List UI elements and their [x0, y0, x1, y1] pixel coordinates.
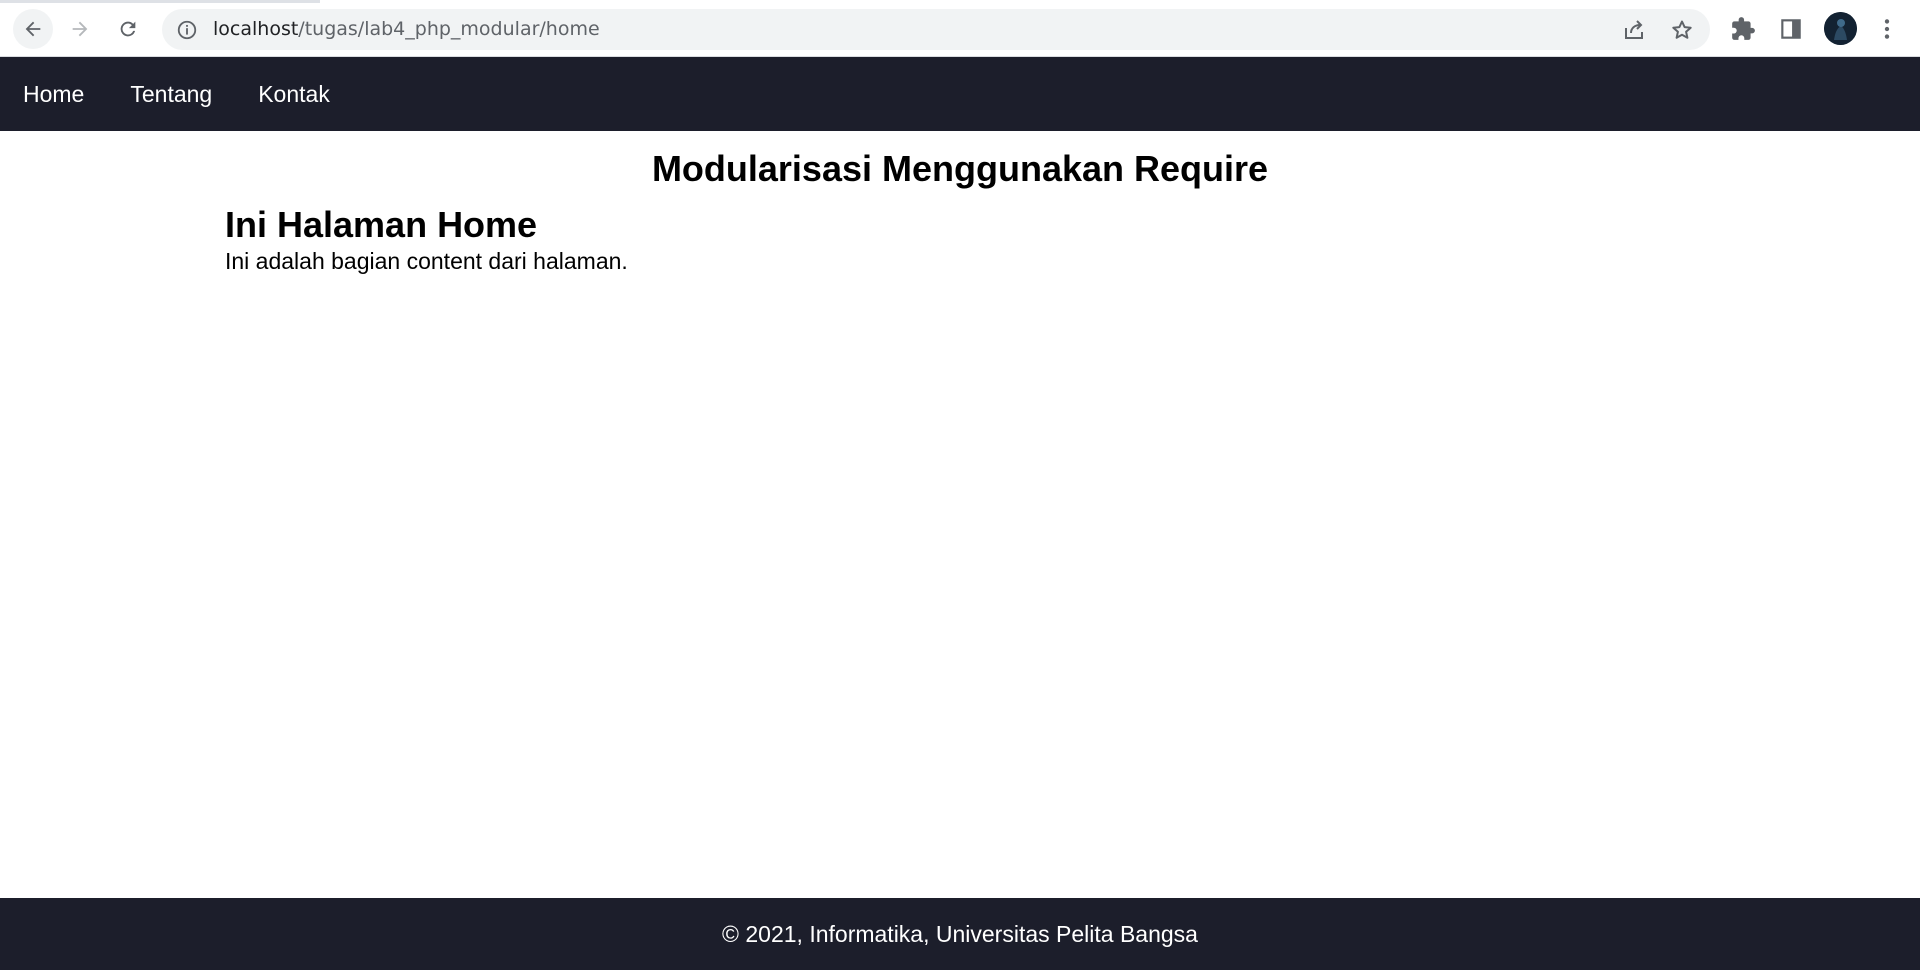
- side-panel-icon[interactable]: [1778, 16, 1804, 42]
- arrow-right-icon: [72, 21, 88, 37]
- forward-button[interactable]: [60, 9, 100, 49]
- nav-link-tentang[interactable]: Tentang: [130, 81, 212, 108]
- reload-icon: [120, 21, 136, 37]
- puzzle-icon[interactable]: [1730, 16, 1756, 42]
- site-navbar: Home Tentang Kontak: [0, 57, 1920, 131]
- main-content: Ini Halaman Home Ini adalah bagian conte…: [225, 204, 628, 276]
- address-bar[interactable]: localhost/tugas/lab4_php_modular/home: [162, 9, 1710, 50]
- content-text: Ini adalah bagian content dari halaman.: [225, 248, 628, 274]
- site-footer: © 2021, Informatika, Universitas Pelita …: [0, 898, 1920, 970]
- share-icon[interactable]: [1622, 18, 1646, 42]
- avatar-image: [1824, 12, 1857, 45]
- url-text[interactable]: localhost/tugas/lab4_php_modular/home: [213, 9, 600, 50]
- reload-button[interactable]: [108, 9, 148, 49]
- arrow-left-icon: [25, 21, 41, 37]
- tab-strip: [0, 0, 320, 3]
- nav-link-kontak[interactable]: Kontak: [258, 81, 330, 108]
- star-icon[interactable]: [1670, 18, 1694, 42]
- avatar[interactable]: [1824, 12, 1857, 45]
- content-title: Ini Halaman Home: [225, 204, 538, 245]
- footer-text: © 2021, Informatika, Universitas Pelita …: [722, 920, 1198, 947]
- page-title: Modularisasi Menggunakan Require: [651, 148, 1269, 189]
- nav-link-home[interactable]: Home: [23, 81, 84, 108]
- kebab-menu-icon[interactable]: [1874, 16, 1900, 42]
- url-host: localhost: [213, 18, 299, 40]
- info-icon[interactable]: [176, 19, 198, 41]
- back-button[interactable]: [13, 9, 53, 49]
- url-path: /tugas/lab4_php_modular/home: [298, 18, 600, 40]
- browser-toolbar: localhost/tugas/lab4_php_modular/home: [0, 0, 1920, 57]
